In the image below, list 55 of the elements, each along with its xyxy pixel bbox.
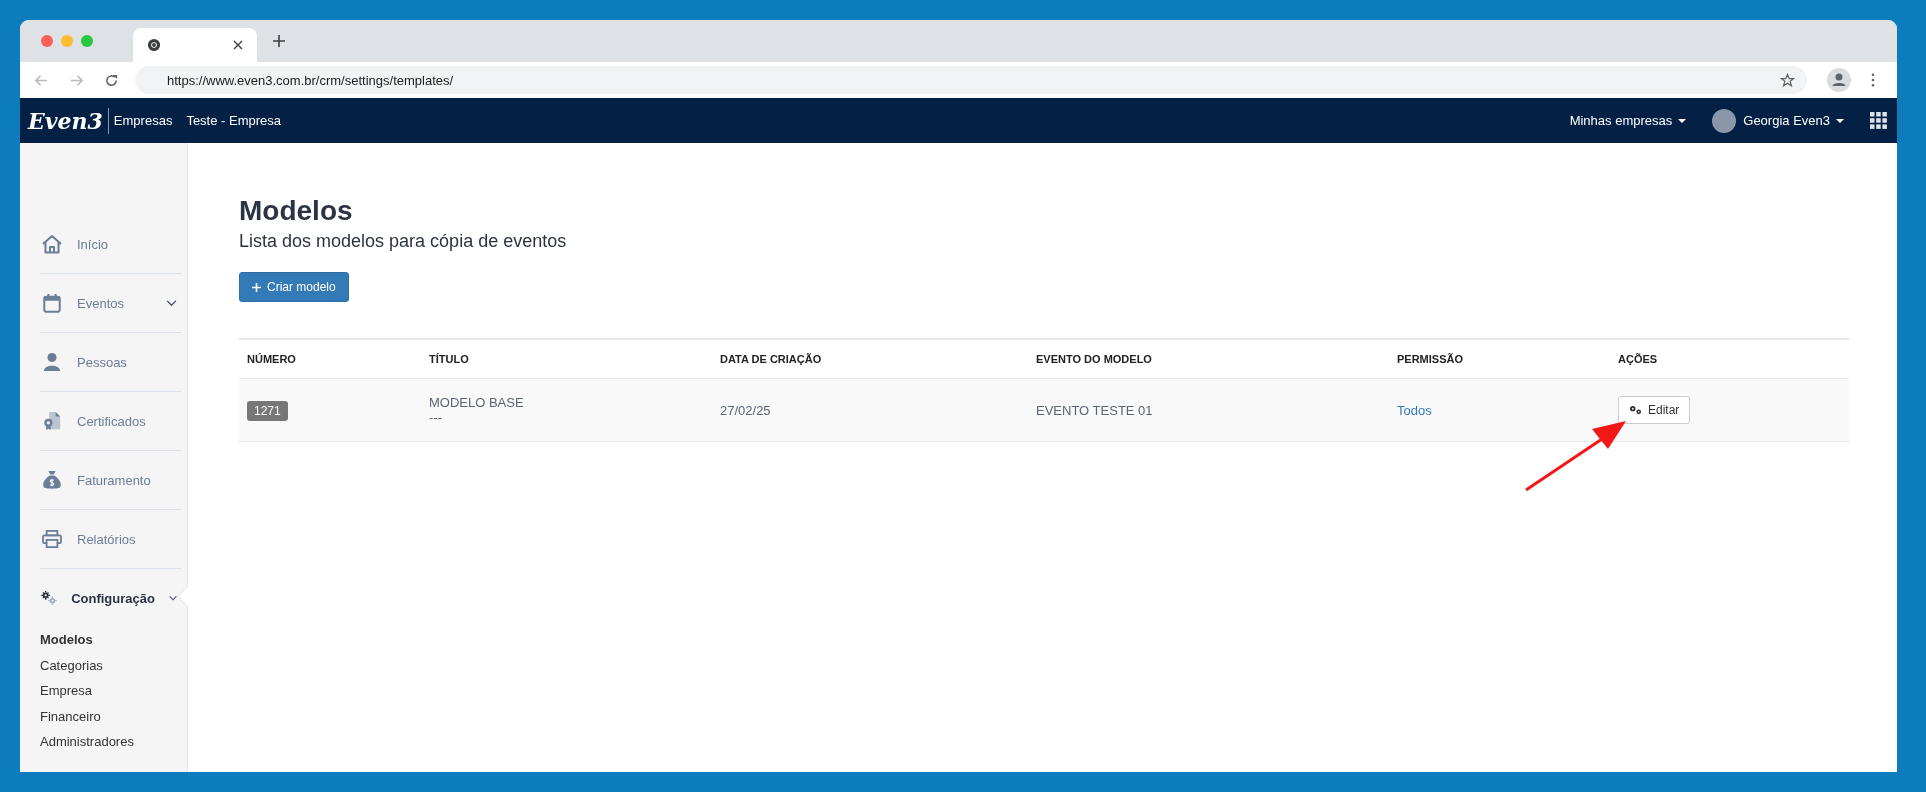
sidebar-item[interactable]: Configuração (40, 569, 181, 627)
submenu-item[interactable]: Empresa (40, 678, 181, 704)
column-header: AÇÕES (1618, 353, 1658, 365)
company-name[interactable]: Teste - Empresa (186, 113, 282, 128)
submenu-item[interactable]: Administradores (40, 729, 181, 755)
edit-button[interactable]: Editar (1618, 396, 1691, 424)
address-field[interactable]: https://www.even3.com.br/crm/settings/templates/ (135, 66, 1807, 94)
apps-grid-icon[interactable] (1870, 112, 1887, 129)
column-header: EVENTO DO MODELO (1036, 353, 1152, 365)
plus-icon (252, 282, 261, 292)
template-event: EVENTO TESTE 01 (1036, 402, 1153, 418)
gears-icon (1629, 405, 1642, 415)
gears-icon (41, 588, 58, 608)
nav-dropdown[interactable]: Minhas empresas (1569, 113, 1687, 128)
page-subtitle: Lista dos modelos para cópia de eventos (239, 231, 568, 252)
sidebar-item[interactable]: Pessoas (40, 333, 181, 392)
template-title: MODELO BASE (429, 395, 525, 410)
chevron-down-icon[interactable] (166, 299, 177, 307)
submenu-item[interactable]: Categorias (40, 652, 181, 678)
sidebar-item[interactable]: Certificados (40, 392, 181, 451)
logo[interactable]: Even3 (28, 107, 109, 134)
star-icon[interactable] (1780, 72, 1795, 88)
brand-subtitle: Empresas (113, 113, 173, 128)
new-tab-icon[interactable] (273, 35, 285, 47)
sidebar-item[interactable]: Início (40, 215, 181, 274)
sidebar-item[interactable]: Eventos (40, 274, 181, 333)
chevron-down-icon[interactable] (168, 594, 177, 602)
nav-dropdown[interactable]: Georgia Even3 (1743, 113, 1844, 128)
money-bag-icon (41, 470, 63, 490)
number-badge: 1271 (247, 400, 288, 421)
browser-logo-icon (147, 38, 161, 52)
avatar-icon (1712, 108, 1737, 133)
more-menu-icon[interactable] (1871, 73, 1875, 87)
close-icon[interactable] (233, 40, 243, 50)
column-header: NÚMERO (247, 353, 296, 365)
reload-icon[interactable] (104, 72, 119, 88)
submenu-item[interactable]: Financeiro (40, 703, 181, 729)
person-icon (41, 352, 63, 372)
profile-icon[interactable] (1827, 68, 1851, 92)
column-header: PERMISSÃO (1397, 353, 1463, 365)
permission-link[interactable]: Todos (1397, 402, 1432, 418)
submenu-item[interactable]: Modelos (40, 627, 181, 653)
printer-icon (41, 530, 63, 548)
column-header: DATA DE CRIAÇÃO (720, 353, 822, 365)
creation-date: 27/02/25 (720, 402, 771, 418)
certificate-icon (41, 411, 63, 431)
template-description: --- (429, 410, 443, 425)
browser-tab[interactable] (133, 28, 257, 62)
house-icon (41, 234, 63, 254)
sidebar-item[interactable]: Faturamento (40, 451, 181, 510)
sidebar-item[interactable]: Relatórios (40, 510, 181, 569)
page-title: Modelos (239, 194, 354, 228)
calendar-icon (41, 293, 63, 313)
create-template-button[interactable]: Criar modelo (239, 272, 349, 302)
column-header: TÍTULO (429, 353, 469, 365)
